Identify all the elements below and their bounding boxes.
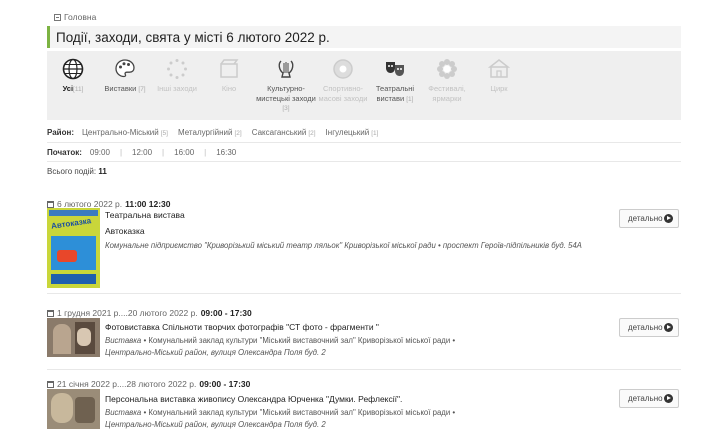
category-festivals[interactable]: Фестивалі, ярмарки xyxy=(421,51,473,120)
time-option[interactable]: 12:00 xyxy=(132,148,152,157)
category-bar: Усі[11] Виставки [7] Інші заходи Кіно Ку… xyxy=(47,51,681,120)
calendar-icon xyxy=(47,309,54,317)
breadcrumb-home[interactable]: Головна xyxy=(64,12,96,22)
details-button[interactable]: детально xyxy=(619,209,679,228)
arrow-right-icon xyxy=(664,323,673,332)
dots-circle-icon xyxy=(166,58,188,80)
district-option[interactable]: Центрально-Міський [5] xyxy=(82,128,168,137)
category-exhibitions[interactable]: Виставки [7] xyxy=(99,51,151,120)
district-filter: Район: Центрально-Міський [5] Металургійн… xyxy=(47,128,379,137)
event-title[interactable]: Фотовиставка Спільноти творчих фотографі… xyxy=(105,322,605,332)
category-all[interactable]: Усі[11] xyxy=(47,51,99,120)
thumb-headline: Автоказка xyxy=(50,216,92,231)
details-button[interactable]: детально xyxy=(619,318,679,337)
event-title[interactable]: Автоказка xyxy=(105,226,605,236)
event-thumbnail[interactable] xyxy=(47,318,100,357)
category-other-events[interactable]: Інші заходи xyxy=(151,51,203,120)
district-option[interactable]: Металургійний [2] xyxy=(178,128,242,137)
category-cinema[interactable]: Кіно xyxy=(203,51,255,120)
lyre-icon xyxy=(275,58,297,80)
palette-icon xyxy=(114,58,136,80)
event-body: Персональна виставка живопису Олександра… xyxy=(105,394,605,431)
globe-icon xyxy=(62,58,84,80)
divider xyxy=(47,161,681,162)
divider xyxy=(47,369,681,370)
ball-icon xyxy=(332,58,354,80)
event-title[interactable]: Персональна виставка живопису Олександра… xyxy=(105,394,605,404)
event-date: 1 грудня 2021 р....20 лютого 2022 р. 09:… xyxy=(47,308,252,318)
page-title: Події, заходи, свята у місті 6 лютого 20… xyxy=(56,29,330,45)
event-thumbnail[interactable]: Автоказка xyxy=(47,208,100,288)
event-date: 21 січня 2022 р....28 лютого 2022 р. 09:… xyxy=(47,379,250,389)
calendar-icon xyxy=(47,200,54,208)
collapse-icon xyxy=(54,13,61,21)
page-title-bar: Події, заходи, свята у місті 6 лютого 20… xyxy=(47,26,681,48)
event-meta: Виставка • Комунальний заклад культури "… xyxy=(105,336,456,357)
flower-icon xyxy=(436,58,458,80)
time-option[interactable]: 09:00 xyxy=(90,148,110,157)
arrow-right-icon xyxy=(664,394,673,403)
divider xyxy=(47,142,681,143)
category-sports[interactable]: Спортивно-масові заходи xyxy=(317,51,369,120)
arrow-right-icon xyxy=(664,214,673,223)
film-icon xyxy=(218,58,240,80)
total-count: Всього подій: 11 xyxy=(47,167,107,176)
divider xyxy=(47,293,681,294)
time-option[interactable]: 16:00 xyxy=(174,148,194,157)
event-body: Театральна вистава Автоказка Комунальне … xyxy=(105,210,605,252)
category-theatre[interactable]: Театральні вистави [1] xyxy=(369,51,421,120)
category-circus[interactable]: Цирк xyxy=(473,51,525,120)
event-meta: Виставка • Комунальний заклад культури "… xyxy=(105,408,456,429)
breadcrumb[interactable]: Головна xyxy=(54,12,96,22)
details-button[interactable]: детально xyxy=(619,389,679,408)
time-filter: Початок: 09:00 | 12:00 | 16:00 | 16:30 xyxy=(47,148,237,157)
event-thumbnail[interactable] xyxy=(47,389,100,429)
time-option[interactable]: 16:30 xyxy=(216,148,236,157)
district-option[interactable]: Саксаганський [2] xyxy=(252,128,316,137)
event-meta: Комунальне підприємство "Криворізький мі… xyxy=(105,241,582,250)
calendar-icon xyxy=(47,380,54,388)
category-cultural[interactable]: Культурно-мистецькі заходи [3] xyxy=(255,51,317,120)
district-option[interactable]: Інгулецький [1] xyxy=(326,128,379,137)
event-body: Фотовиставка Спільноти творчих фотографі… xyxy=(105,322,605,359)
theatre-masks-icon xyxy=(384,58,406,80)
circus-tent-icon xyxy=(488,58,510,80)
